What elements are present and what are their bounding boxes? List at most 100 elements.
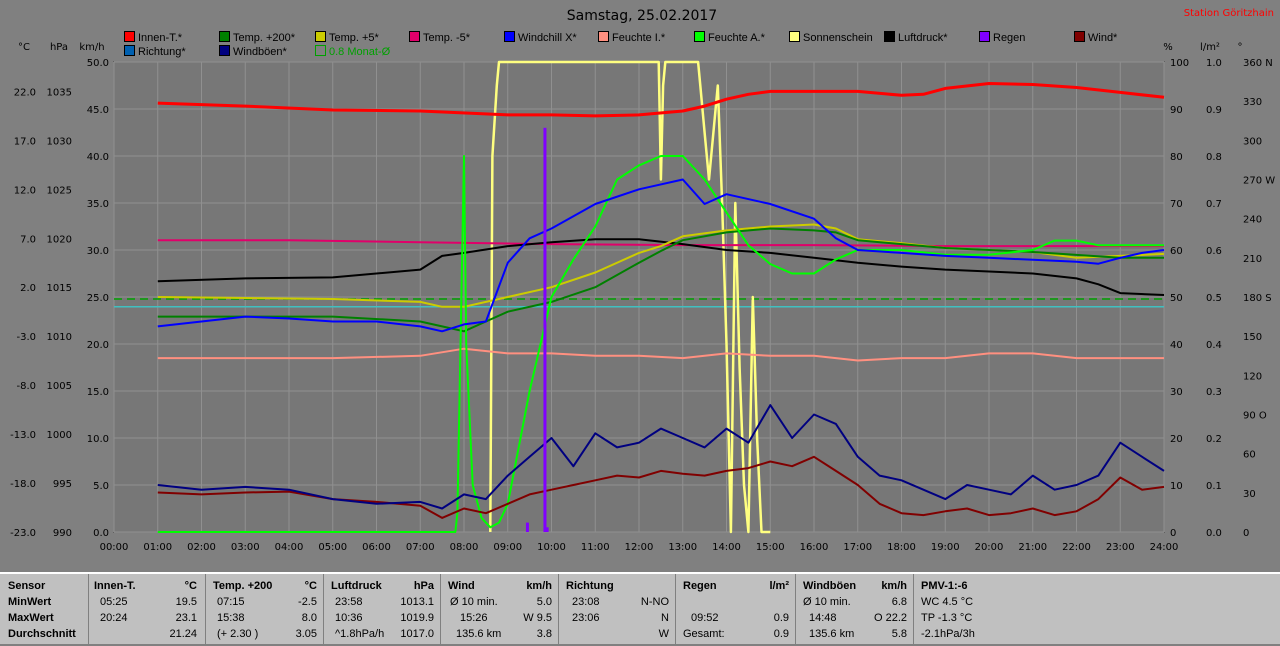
x-tick-label: 01:00 xyxy=(143,542,172,553)
y-tick-label-direction: 210 xyxy=(1243,254,1262,265)
stats-temp200: Temp. +200 °C 07:15 -2.5 15:38 8.0 (+ 2.… xyxy=(205,574,324,646)
legend-label: 0.8 Monat-Ø xyxy=(329,46,391,58)
legend-item: Feuchte I.* xyxy=(598,31,665,44)
legend-item: Windböen* xyxy=(219,45,287,58)
temp200-min-time: 07:15 xyxy=(217,596,245,608)
stats-windboeen: Windböen km/h Ø 10 min. 6.8 14:48 O 22.2… xyxy=(795,574,914,646)
x-tick-label: 09:00 xyxy=(493,542,522,553)
x-tick-label: 06:00 xyxy=(362,542,391,553)
richtung-row1-time: 23:08 xyxy=(572,596,600,608)
legend-swatch xyxy=(124,45,135,56)
y-tick-label-rain: 0.2 xyxy=(1206,434,1222,445)
stats-panel: Sensor MinWert MaxWert Durchschnitt Inne… xyxy=(0,572,1280,646)
y-tick-label-wind: 25.0 xyxy=(87,293,109,304)
legend-label: Feuchte I.* xyxy=(612,32,666,44)
windboeen-row2-value: O 22.2 xyxy=(873,612,907,624)
stats-innen: Innen-T. °C 05:25 19.5 20:24 23.1 21.24 xyxy=(88,574,206,646)
y-tick-label-pressure: 995 xyxy=(53,479,72,490)
x-tick-label: 24:00 xyxy=(1150,542,1179,553)
x-tick-label: 07:00 xyxy=(406,542,435,553)
y-tick-label-humidity: 40 xyxy=(1170,340,1183,351)
y-tick-label-direction: 30 xyxy=(1243,489,1256,500)
axis-unit-hpa: hPa xyxy=(50,42,68,53)
wind-row3-value: 3.8 xyxy=(536,628,552,640)
y-tick-label-rain: 1.0 xyxy=(1206,58,1222,69)
y-tick-label-humidity: 20 xyxy=(1170,434,1183,445)
y-tick-label-direction: 90 O xyxy=(1243,411,1267,422)
y-tick-label-pressure: 1005 xyxy=(47,381,72,392)
temp200-max-time: 15:38 xyxy=(217,612,245,624)
wind-row3-label: 135.6 km xyxy=(456,628,502,640)
y-tick-label-humidity: 50 xyxy=(1170,293,1183,304)
y-tick-label-rain: 0.9 xyxy=(1206,105,1222,116)
rain-bar xyxy=(543,127,547,533)
y-tick-label-wind: 40.0 xyxy=(87,152,109,163)
legend-item: Windchill X* xyxy=(504,31,577,44)
windboeen-row2-label: 14:48 xyxy=(809,612,837,624)
y-tick-label-pressure: 990 xyxy=(53,528,72,539)
y-tick-label-direction: 330 xyxy=(1243,97,1262,108)
legend-item: Regen xyxy=(979,31,1025,44)
legend-swatch xyxy=(1074,31,1085,42)
luftdruck-avg-value: 1017.0 xyxy=(400,628,434,640)
legend-swatch xyxy=(789,31,800,42)
axis-unit-celsius: °C xyxy=(18,42,30,53)
windboeen-row3-value: 5.8 xyxy=(891,628,907,640)
y-tick-label-direction: 300 xyxy=(1243,136,1262,147)
legend-swatch xyxy=(979,31,990,42)
legend-swatch xyxy=(219,45,230,56)
y-tick-label-humidity: 30 xyxy=(1170,387,1183,398)
temp200-title: Temp. +200 xyxy=(213,580,273,592)
wind-row1-label: Ø 10 min. xyxy=(450,596,498,608)
y-tick-label-pressure: 1010 xyxy=(47,332,72,343)
legend-label: Innen-T.* xyxy=(138,32,183,44)
y-tick-label-wind: 50.0 xyxy=(87,58,109,69)
y-tick-label-temp: 2.0 xyxy=(20,283,36,294)
legend-item: Wind* xyxy=(1074,31,1117,44)
x-tick-label: 19:00 xyxy=(931,542,960,553)
x-tick-label: 17:00 xyxy=(843,542,872,553)
x-tick-label: 21:00 xyxy=(1018,542,1047,553)
x-tick-label: 23:00 xyxy=(1106,542,1135,553)
y-tick-label-wind: 15.0 xyxy=(87,387,109,398)
y-tick-label-humidity: 60 xyxy=(1170,246,1183,257)
y-tick-label-temp: -8.0 xyxy=(16,381,36,392)
axis-unit-kmh: km/h xyxy=(79,42,104,53)
y-tick-label-rain: 0.0 xyxy=(1206,528,1222,539)
temp200-max-value: 8.0 xyxy=(301,612,317,624)
y-tick-label-temp: 12.0 xyxy=(14,185,36,196)
y-tick-label-humidity: 70 xyxy=(1170,199,1183,210)
y-tick-label-pressure: 1015 xyxy=(47,283,72,294)
pmv-title: PMV-1:-6 xyxy=(921,580,968,592)
luftdruck-avg-note: ^1.8hPa/h xyxy=(335,628,385,640)
x-tick-label: 08:00 xyxy=(450,542,479,553)
y-tick-label-direction: 270 W xyxy=(1243,176,1275,187)
y-tick-label-temp: -18.0 xyxy=(10,479,36,490)
luftdruck-unit: hPa xyxy=(413,580,434,592)
y-tick-label-direction: 0 xyxy=(1243,528,1249,539)
regen-unit: l/m² xyxy=(769,580,789,592)
y-tick-label-temp: -23.0 xyxy=(10,528,36,539)
legend-label: Luftdruck* xyxy=(898,32,948,44)
legend-label: Regen xyxy=(993,32,1026,44)
y-tick-label-temp: 22.0 xyxy=(14,87,36,98)
y-tick-label-pressure: 1030 xyxy=(47,136,72,147)
stats-pmv: PMV-1:-6 WC 4.5 °C TP -1.3 °C -2.1hPa/3h xyxy=(913,574,1280,646)
y-tick-label-humidity: 100 xyxy=(1170,58,1189,69)
y-tick-label-rain: 0.4 xyxy=(1206,340,1222,351)
regen-row3-label: Gesamt: xyxy=(683,628,725,640)
pmv-row1: WC 4.5 °C xyxy=(921,596,974,608)
axis-unit-deg: ° xyxy=(1238,42,1243,53)
windboeen-row1-label: Ø 10 min. xyxy=(803,596,851,608)
innen-unit: °C xyxy=(184,580,197,592)
x-tick-label: 03:00 xyxy=(231,542,260,553)
richtung-row2-value: N xyxy=(661,612,669,624)
x-tick-label: 05:00 xyxy=(318,542,347,553)
wind-row2-label: 15:26 xyxy=(460,612,488,624)
pmv-row2: TP -1.3 °C xyxy=(921,612,973,624)
legend-item: Luftdruck* xyxy=(884,31,948,44)
x-tick-label: 12:00 xyxy=(625,542,654,553)
y-tick-label-direction: 180 S xyxy=(1243,293,1272,304)
legend-item: Temp. +5* xyxy=(315,31,379,44)
weather-chart: Samstag, 25.02.2017 Station Göritzhain °… xyxy=(0,0,1280,572)
